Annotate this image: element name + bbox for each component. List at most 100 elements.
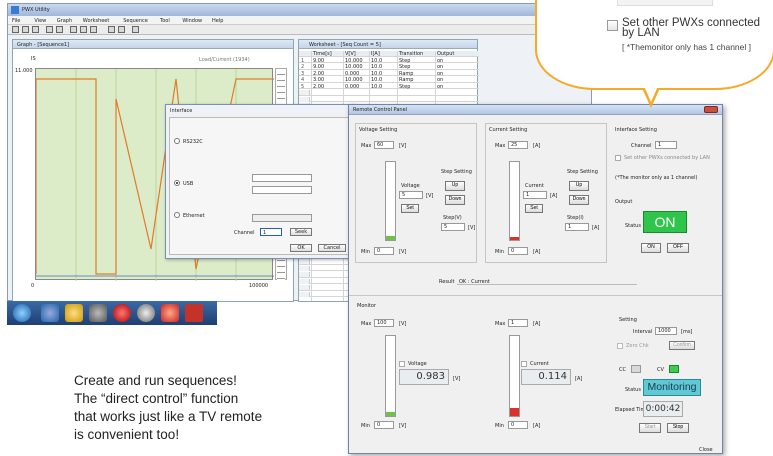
- menu-item[interactable]: Tool: [160, 18, 170, 24]
- remote-icon[interactable]: [132, 26, 139, 33]
- monitor-i-min-input[interactable]: 0: [508, 421, 528, 429]
- interface-dialog-title: Interface: [170, 108, 193, 114]
- voltage-down-button[interactable]: Down: [445, 195, 465, 205]
- graph-icon[interactable]: [46, 26, 53, 33]
- table-row[interactable]: 2 9.00 10.000 10.0 Step on: [299, 64, 479, 70]
- ip-address-field[interactable]: [252, 214, 312, 222]
- current-max-input[interactable]: 25: [508, 141, 528, 149]
- media-icon[interactable]: [89, 304, 107, 322]
- rcp-channel-select[interactable]: 1: [655, 141, 677, 149]
- voltage-step-unit: [V]: [468, 225, 476, 231]
- new-icon[interactable]: [12, 26, 19, 33]
- current-set-button[interactable]: Set: [525, 204, 543, 213]
- voltage-max-input[interactable]: 60: [374, 141, 394, 149]
- usb-serial-field[interactable]: [252, 186, 312, 194]
- callout-note: [ *Themonitor only has 1 channel ]: [622, 42, 751, 52]
- app-icon-gray[interactable]: [137, 304, 155, 322]
- zero-check-checkbox[interactable]: [617, 343, 623, 349]
- monitor-current-bar: [509, 335, 520, 417]
- table-row-empty[interactable]: [299, 90, 479, 96]
- menu-item[interactable]: Graph: [57, 18, 72, 24]
- output-on-button[interactable]: ON: [641, 243, 661, 253]
- current-input[interactable]: 1: [523, 191, 547, 199]
- save-icon[interactable]: [32, 26, 39, 33]
- voltage-input-label: Voltage: [401, 183, 420, 189]
- voltage-monitor-checkbox[interactable]: [399, 361, 405, 367]
- ethernet-radio[interactable]: [174, 212, 180, 218]
- callout-checkbox-label: Set other PWXs connected by LAN: [622, 17, 761, 39]
- cc-indicator: [631, 365, 641, 373]
- voltage-step-input[interactable]: 5: [441, 223, 465, 231]
- table-cell: on: [437, 83, 444, 90]
- if-ok-button[interactable]: OK: [290, 244, 312, 252]
- current-up-button[interactable]: Up: [569, 181, 589, 191]
- table-row-empty[interactable]: [299, 96, 479, 102]
- zero-confirm-button[interactable]: Confirm: [669, 341, 695, 350]
- interface-dialog-body: RS232C USB Ethernet Channel 1 Seek OK Ca…: [169, 117, 351, 255]
- start-button-icon[interactable]: [13, 304, 31, 322]
- interval-input[interactable]: 1000: [655, 327, 677, 335]
- voltage-slider-fill: [386, 236, 395, 240]
- ie-icon[interactable]: [41, 304, 59, 322]
- if-cancel-button[interactable]: Cancel: [318, 244, 346, 252]
- voltage-set-button[interactable]: Set: [401, 204, 419, 213]
- monitor-i-max-input[interactable]: 1: [508, 319, 528, 327]
- rcp-close-label[interactable]: Close: [699, 447, 713, 453]
- rcp-lan-label: Set other PWXs connected by LAN: [624, 155, 710, 161]
- table-row[interactable]: 1 9.00 10.000 10.0 Step on: [299, 58, 479, 64]
- pdf-icon[interactable]: [185, 304, 203, 322]
- monitor-status-indicator: Monitoring: [643, 379, 701, 396]
- menu-item[interactable]: Help: [212, 18, 223, 24]
- menu-item[interactable]: Worksheet: [83, 18, 110, 24]
- monitor-v-min-input[interactable]: 0: [374, 421, 394, 429]
- stop-icon[interactable]: [118, 26, 125, 33]
- current-step-title: Step Setting: [567, 169, 598, 175]
- monitor-v-max-input[interactable]: 100: [374, 319, 394, 327]
- result-label: Result: [439, 279, 455, 285]
- table-row[interactable]: 4 3.00 10.000 10.0 Ramp on: [299, 77, 479, 83]
- table-cell: 2.00: [313, 83, 325, 90]
- interval-label: Interval: [633, 329, 653, 335]
- paste-icon[interactable]: [90, 26, 97, 33]
- usb-device-field[interactable]: [252, 174, 312, 182]
- pwx-app-icon[interactable]: [161, 304, 179, 322]
- menu-item[interactable]: View: [34, 18, 46, 24]
- output-status-indicator: ON: [643, 211, 687, 233]
- close-icon[interactable]: [704, 106, 718, 113]
- current-down-button[interactable]: Down: [569, 195, 589, 205]
- table-icon[interactable]: [56, 26, 63, 33]
- voltage-up-button[interactable]: Up: [445, 181, 465, 191]
- app-icon-red[interactable]: [113, 304, 131, 322]
- monitor-start-button[interactable]: Start: [639, 423, 661, 433]
- rs232c-radio[interactable]: [174, 138, 180, 144]
- usb-radio[interactable]: [174, 180, 180, 186]
- table-row[interactable]: 3 2.00 0.000 10.0 Ramp on: [299, 71, 479, 77]
- table-cell: 10.000: [345, 77, 363, 83]
- current-slider-track[interactable]: [509, 161, 520, 241]
- output-off-button[interactable]: OFF: [667, 243, 689, 253]
- current-step-input[interactable]: 1: [565, 223, 589, 231]
- open-icon[interactable]: [22, 26, 29, 33]
- rcp-lan-checkbox[interactable]: [615, 155, 621, 161]
- current-readout: 0.114: [521, 369, 571, 385]
- voltage-input[interactable]: 5: [399, 191, 423, 199]
- menu-item[interactable]: Sequence: [123, 18, 148, 24]
- current-step-label: Step(I): [567, 215, 584, 221]
- seek-button[interactable]: Seek: [290, 228, 312, 236]
- run-icon[interactable]: [108, 26, 115, 33]
- if-channel-select[interactable]: 1: [260, 228, 282, 236]
- table-row[interactable]: 5 2.00 0.000 10.0 Step on: [299, 84, 479, 90]
- explorer-icon[interactable]: [65, 304, 83, 322]
- voltage-min-input[interactable]: 0: [374, 247, 394, 255]
- cut-icon[interactable]: [70, 26, 77, 33]
- current-monitor-checkbox[interactable]: [521, 361, 527, 367]
- copy-icon[interactable]: [80, 26, 87, 33]
- menu-item[interactable]: File: [12, 18, 20, 24]
- voltage-slider-track[interactable]: [385, 161, 396, 241]
- table-cell: 10.0: [371, 70, 383, 77]
- monitor-stop-button[interactable]: Stop: [667, 423, 689, 433]
- menu-item[interactable]: Window: [182, 18, 202, 24]
- table-cell: on: [437, 70, 444, 77]
- table-cell: 10.0: [371, 83, 383, 90]
- current-min-input[interactable]: 0: [508, 247, 528, 255]
